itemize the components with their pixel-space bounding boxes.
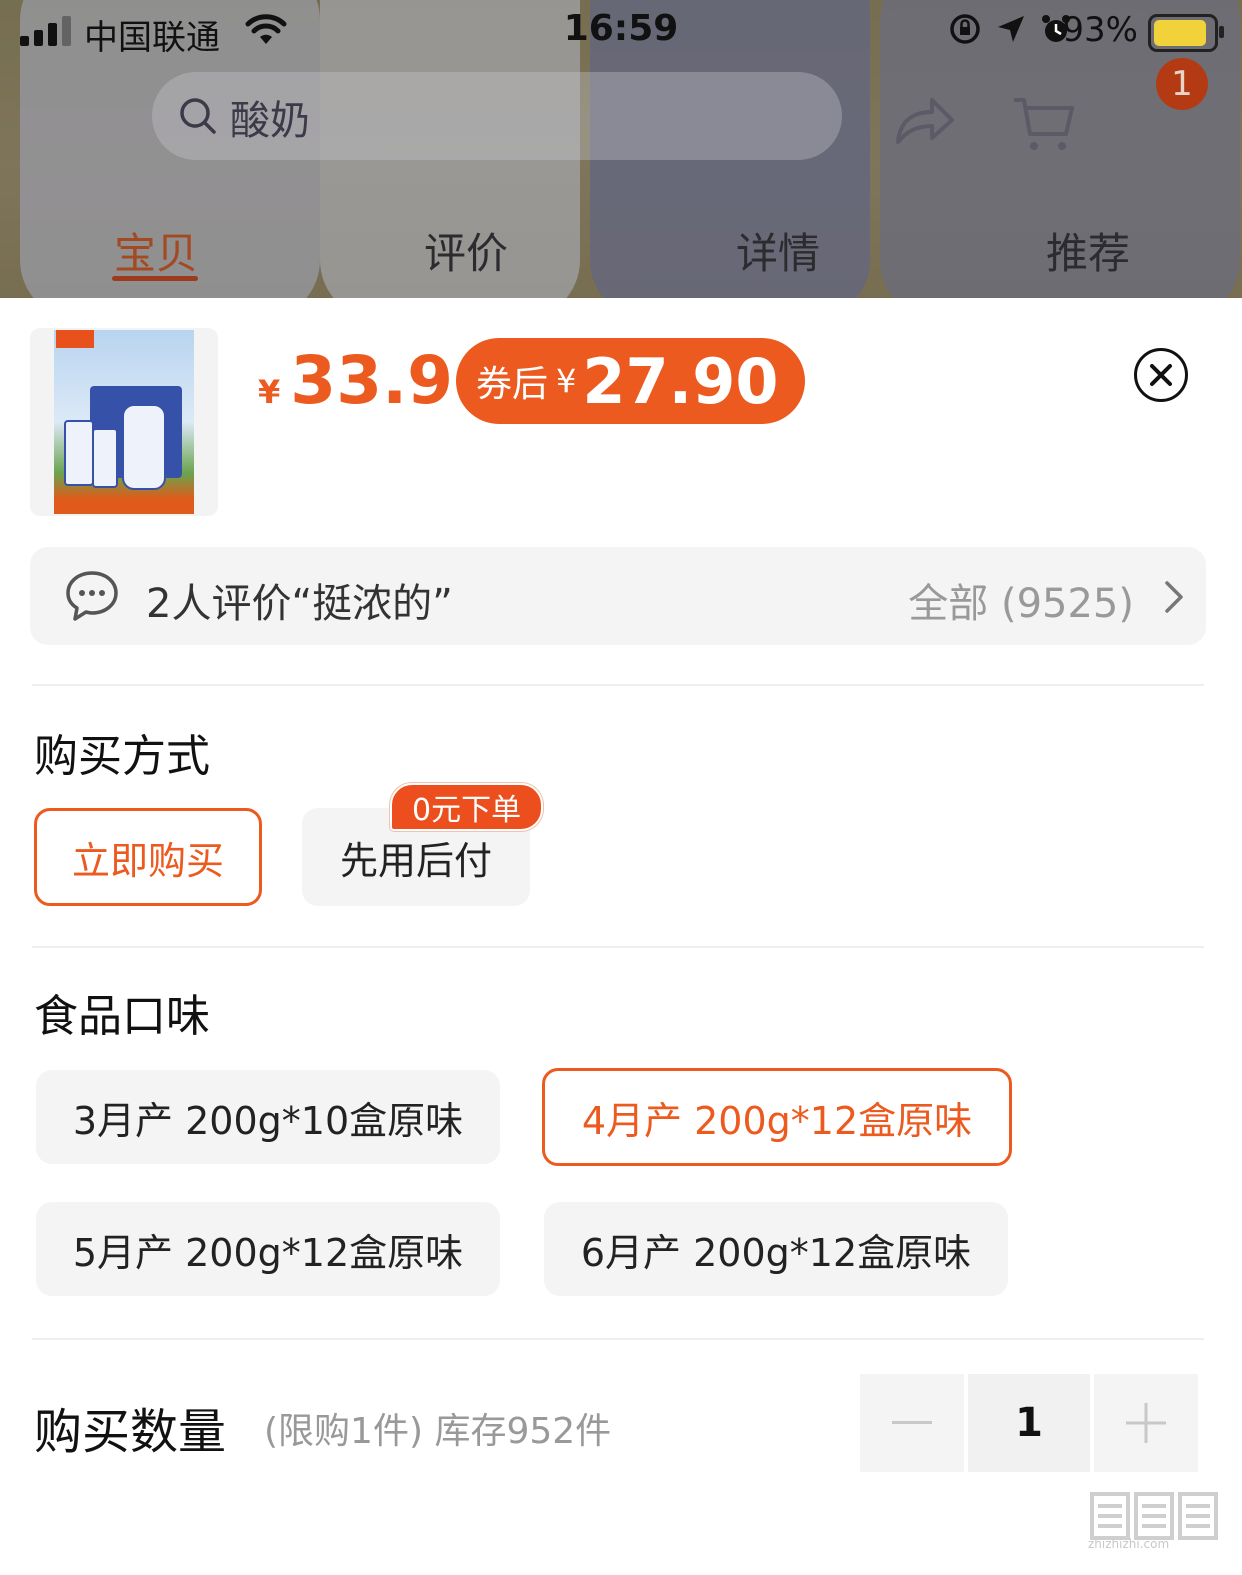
flavor-option-april[interactable]: 4月产 200g*12盒原味 bbox=[542, 1068, 1012, 1166]
coupon-price-value: 27.90 bbox=[582, 344, 779, 418]
coupon-price-badge: 券后 ¥ 27.90 bbox=[456, 338, 805, 424]
sku-sheet: ¥ 33.9 券后 ¥ 27.90 2人评价“挺浓的” 全部 (9525) 购买… bbox=[0, 298, 1242, 1575]
search-icon bbox=[180, 98, 216, 134]
svg-text:zhizhizhi.com: zhizhizhi.com bbox=[1088, 1537, 1169, 1550]
status-bar: 中国联通 16:59 93% bbox=[0, 0, 1242, 66]
chat-bubble-icon bbox=[66, 571, 118, 621]
flavor-option-june[interactable]: 6月产 200g*12盒原味 bbox=[544, 1202, 1008, 1296]
coupon-currency: ¥ bbox=[556, 362, 577, 400]
tab-recommend[interactable]: 推荐 bbox=[1046, 220, 1130, 281]
status-icons bbox=[948, 12, 1072, 46]
purchase-method-title: 购买方式 bbox=[34, 731, 210, 782]
battery-percent: 93% bbox=[1062, 10, 1138, 50]
chevron-right-icon bbox=[1165, 581, 1183, 613]
battery-icon bbox=[1148, 14, 1224, 52]
all-reviews-link[interactable]: 全部 (9525) bbox=[908, 571, 1134, 629]
quantity-limit-note: (限购1件) 库存952件 bbox=[264, 1411, 612, 1452]
search-box[interactable]: 酸奶 bbox=[152, 72, 842, 160]
review-snippet: 2人评价“挺浓的” bbox=[146, 581, 453, 627]
quantity-value[interactable]: 1 bbox=[968, 1374, 1090, 1472]
product-page-background: 中国联通 16:59 93% 酸奶 1 宝贝 评价 详情 推荐 bbox=[0, 0, 1242, 300]
tab-baobei[interactable]: 宝贝 bbox=[114, 220, 198, 281]
quantity-stepper: 1 bbox=[860, 1374, 1198, 1472]
product-thumbnail[interactable] bbox=[30, 328, 218, 516]
flavor-option-may[interactable]: 5月产 200g*12盒原味 bbox=[36, 1202, 500, 1296]
rotation-lock-icon bbox=[950, 14, 980, 44]
minus-icon bbox=[892, 1421, 932, 1424]
cart-count-badge: 1 bbox=[1156, 58, 1208, 110]
buy-now-option[interactable]: 立即购买 bbox=[34, 808, 262, 906]
close-icon bbox=[1150, 364, 1172, 386]
flavor-title: 食品口味 bbox=[34, 991, 210, 1042]
zhizhizhi-watermark-logo: zhizhizhi.com bbox=[1088, 1492, 1218, 1551]
plus-icon bbox=[1126, 1403, 1166, 1443]
increment-button[interactable] bbox=[1094, 1374, 1198, 1472]
coupon-label: 券后 bbox=[476, 364, 549, 405]
review-summary-bar[interactable]: 2人评价“挺浓的” 全部 (9525) bbox=[30, 547, 1206, 645]
close-button[interactable] bbox=[1134, 348, 1188, 402]
original-price: ¥ 33.9 bbox=[258, 342, 453, 419]
decrement-button[interactable] bbox=[860, 1374, 964, 1472]
tab-details[interactable]: 详情 bbox=[736, 220, 820, 281]
flavor-option-march[interactable]: 3月产 200g*10盒原味 bbox=[36, 1070, 500, 1164]
search-query: 酸奶 bbox=[230, 98, 310, 144]
location-icon bbox=[998, 16, 1024, 42]
price-value: 33.9 bbox=[290, 342, 454, 419]
active-tab-indicator bbox=[112, 276, 198, 281]
currency-symbol: ¥ bbox=[258, 373, 281, 411]
zero-yuan-badge: 0元下单 bbox=[390, 783, 544, 831]
share-icon[interactable] bbox=[892, 92, 956, 148]
divider bbox=[32, 1338, 1204, 1340]
watermark: zhizhizhi.com bbox=[1086, 1488, 1226, 1554]
quantity-title: 购买数量 bbox=[34, 1404, 227, 1460]
cart-icon[interactable] bbox=[1010, 94, 1076, 154]
divider bbox=[32, 684, 1204, 686]
divider bbox=[32, 946, 1204, 948]
tab-reviews[interactable]: 评价 bbox=[424, 220, 508, 281]
